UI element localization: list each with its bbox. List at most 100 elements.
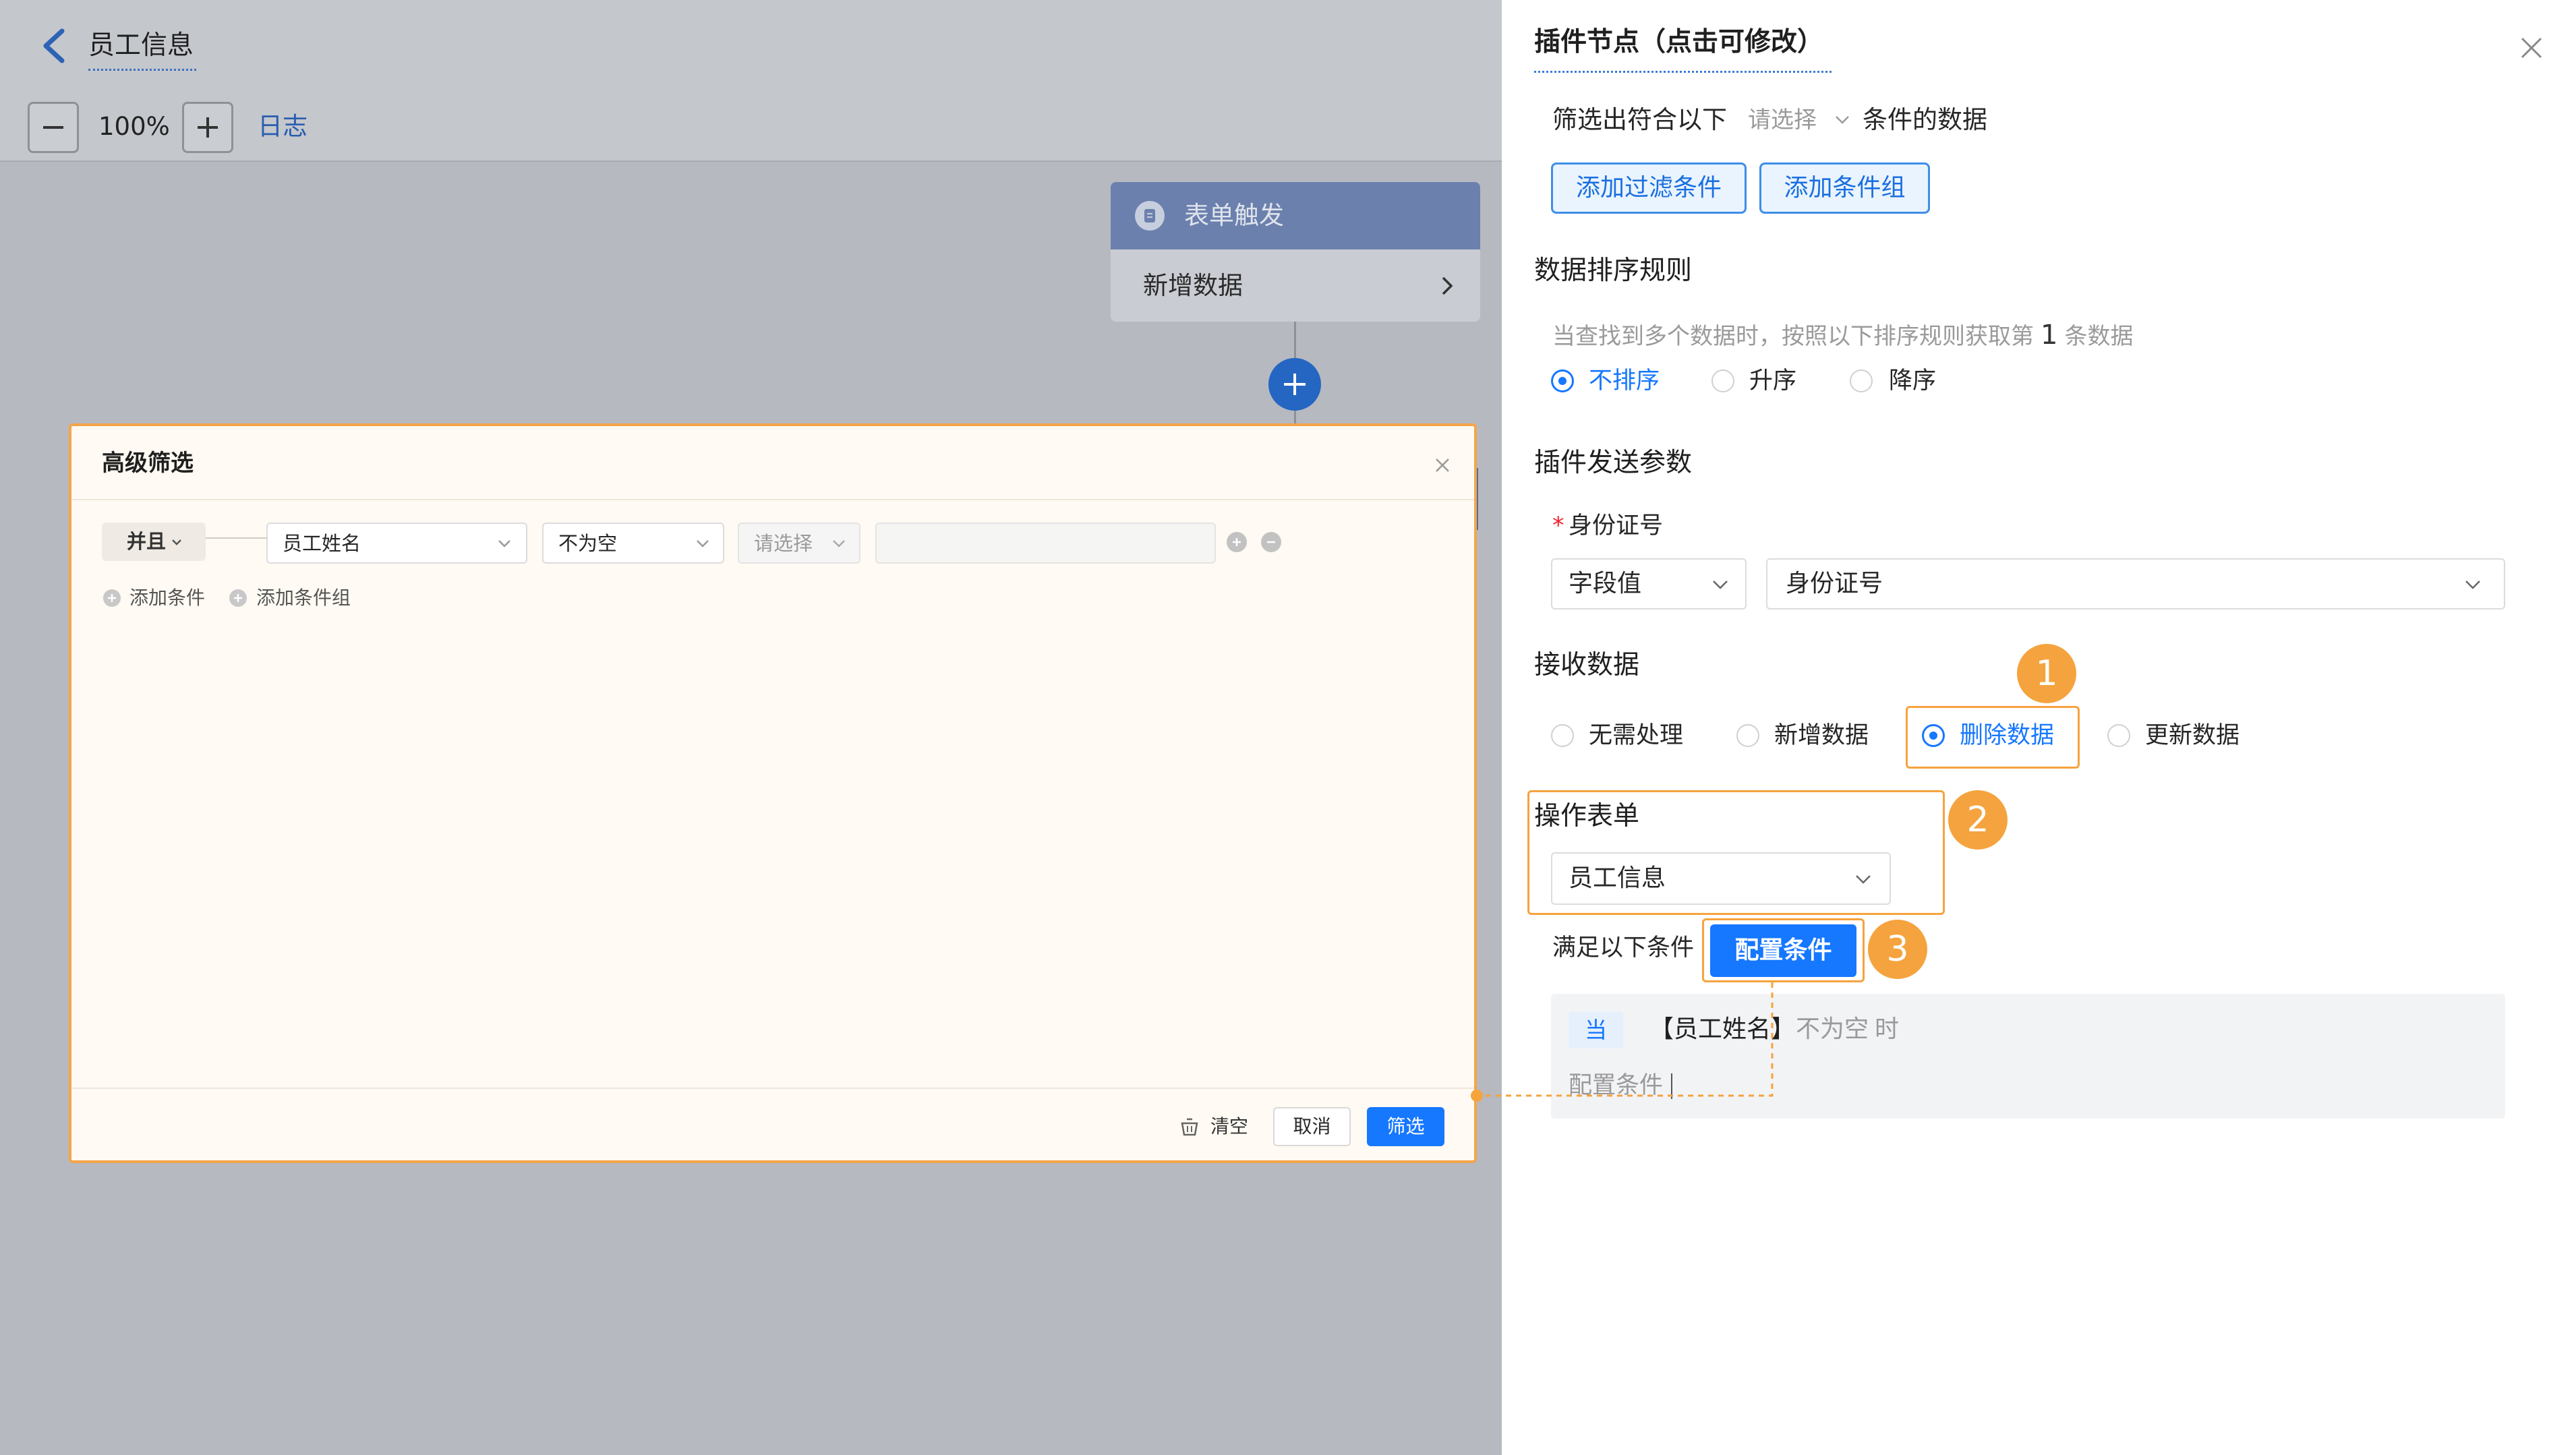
plus-circle-icon[interactable] — [103, 589, 121, 607]
add-node-button[interactable] — [1268, 358, 1321, 411]
add-condition-link[interactable]: 添加条件 — [129, 585, 205, 612]
add-row-icon[interactable] — [1227, 532, 1247, 552]
trigger-node-header[interactable]: 表单触发 — [1111, 182, 1480, 249]
plugin-node-panel: 插件节点（点击可修改） 筛选出符合以下 请选择 条件的数据 添加过滤条件 添加条… — [1502, 0, 2576, 1455]
trigger-node-body[interactable]: 新增数据 — [1111, 249, 1480, 322]
configure-condition-button[interactable]: 配置条件 — [1710, 924, 1856, 977]
radio-label-ascending[interactable]: 升序 — [1749, 366, 1796, 396]
plus-circle-icon[interactable] — [229, 589, 247, 607]
trigger-node-action: 新增数据 — [1143, 271, 1243, 300]
filter-prefix: 筛选出符合以下 — [1552, 105, 1727, 134]
condition-field: 【员工姓名】 — [1649, 1015, 1796, 1043]
radio-update-data[interactable] — [2107, 724, 2130, 747]
advanced-filter-modal: 高级筛选 并且 员工姓名 不为空 请选择 添加条件 添加条件组 清空 取消 筛选 — [69, 423, 1477, 1163]
chevron-right-icon — [1439, 274, 1455, 298]
plus-icon — [1284, 374, 1306, 395]
radio-descending[interactable] — [1850, 369, 1873, 392]
text-cursor — [1671, 1073, 1672, 1099]
operate-form-select[interactable]: 员工信息 — [1551, 852, 1891, 905]
send-params-title: 插件发送参数 — [1534, 448, 1693, 478]
param-label: 身份证号 — [1569, 512, 1664, 539]
logic-select[interactable]: 并且 — [102, 523, 206, 561]
step-badge-1: 1 — [2017, 644, 2076, 703]
sort-description: 当查找到多个数据时，按照以下排序规则获取第 1 条数据 — [1552, 320, 2133, 350]
remove-row-icon[interactable] — [1261, 532, 1281, 552]
add-condition-group-link[interactable]: 添加条件组 — [256, 585, 351, 612]
condition-value-input[interactable] — [875, 523, 1216, 564]
operate-form-title: 操作表单 — [1534, 801, 1640, 831]
title-underline — [1534, 71, 1832, 73]
panel-title[interactable]: 插件节点（点击可修改） — [1534, 26, 1823, 59]
required-marker: * — [1552, 512, 1564, 539]
zoom-out-button[interactable] — [28, 102, 79, 153]
filter-condition-select[interactable]: 请选择 — [1748, 104, 1817, 136]
title-underline — [88, 69, 196, 71]
sort-count[interactable]: 1 — [2034, 320, 2064, 351]
condition-input[interactable]: 配置条件 — [1569, 1071, 1663, 1100]
modal-header-divider — [71, 499, 1474, 500]
step-badge-2: 2 — [1948, 790, 2008, 850]
plus-icon — [198, 117, 218, 138]
chevron-down-icon — [171, 538, 183, 546]
highlight-box-1 — [1906, 706, 2080, 769]
radio-label-no-action[interactable]: 无需处理 — [1589, 721, 1683, 750]
zoom-in-button[interactable] — [182, 102, 233, 153]
condition-editor[interactable]: 当 【员工姓名】 不为空 时 配置条件 — [1551, 994, 2505, 1119]
form-icon — [1135, 201, 1165, 231]
condition-then: 时 — [1875, 1015, 1900, 1043]
close-icon[interactable] — [2518, 34, 2545, 61]
radio-no-sort[interactable] — [1551, 369, 1574, 392]
radio-label-add-data[interactable]: 新增数据 — [1774, 721, 1869, 750]
receive-data-title: 接收数据 — [1534, 650, 1640, 680]
logic-label: 并且 — [127, 530, 167, 553]
radio-label-no-sort[interactable]: 不排序 — [1589, 366, 1660, 396]
back-arrow-icon[interactable] — [39, 27, 69, 65]
radio-no-action[interactable] — [1551, 724, 1574, 747]
zoom-level: 100% — [98, 112, 170, 141]
chevron-down-icon — [2464, 579, 2482, 590]
add-group-button[interactable]: 添加条件组 — [1759, 162, 1930, 214]
clear-button[interactable]: 清空 — [1210, 1113, 1248, 1140]
page-title[interactable]: 员工信息 — [88, 27, 194, 65]
trash-icon[interactable] — [1179, 1117, 1200, 1137]
filter-submit-button[interactable]: 筛选 — [1367, 1107, 1444, 1146]
log-link[interactable]: 日志 — [258, 111, 308, 142]
value-select-placeholder: 请选择 — [754, 532, 813, 555]
value-select[interactable]: 请选择 — [738, 523, 860, 564]
field-select[interactable]: 员工姓名 — [266, 523, 527, 564]
chevron-down-icon — [1854, 874, 1872, 885]
add-filter-button[interactable]: 添加过滤条件 — [1551, 162, 1747, 214]
sort-section-title: 数据排序规则 — [1534, 256, 1693, 286]
modal-title: 高级筛选 — [102, 450, 194, 477]
param-type-select[interactable]: 字段值 — [1551, 558, 1747, 610]
condition-link-line — [206, 537, 266, 539]
chevron-down-icon — [695, 539, 710, 548]
radio-label-update-data[interactable]: 更新数据 — [2145, 721, 2240, 750]
field-select-value: 员工姓名 — [283, 532, 361, 555]
sort-desc-prefix: 当查找到多个数据时，按照以下排序规则获取第 — [1552, 323, 2034, 350]
param-value: 身份证号 — [1786, 570, 1883, 597]
chevron-down-icon — [831, 539, 846, 548]
radio-ascending[interactable] — [1711, 369, 1734, 392]
condition-operator: 不为空 — [1796, 1015, 1869, 1043]
flow-connector — [1294, 322, 1296, 358]
radio-label-descending[interactable]: 降序 — [1889, 366, 1936, 396]
param-type-value: 字段值 — [1569, 570, 1642, 597]
sort-desc-suffix: 条数据 — [2064, 323, 2134, 350]
chevron-down-icon — [1711, 579, 1729, 590]
condition-label: 满足以下条件 — [1552, 934, 1695, 961]
chevron-down-icon[interactable] — [1834, 113, 1851, 127]
close-icon[interactable] — [1432, 451, 1453, 478]
trigger-node-title: 表单触发 — [1184, 201, 1284, 230]
cancel-button[interactable]: 取消 — [1273, 1107, 1351, 1146]
param-value-select[interactable]: 身份证号 — [1766, 558, 2505, 610]
operator-select-value: 不为空 — [558, 532, 618, 555]
modal-footer-divider — [71, 1088, 1474, 1089]
step-badge-3: 3 — [1868, 920, 1927, 979]
flow-connector — [1294, 411, 1296, 423]
operator-select[interactable]: 不为空 — [542, 523, 724, 564]
when-tag: 当 — [1569, 1012, 1623, 1048]
minus-icon — [43, 126, 63, 129]
radio-add-data[interactable] — [1736, 724, 1759, 747]
filter-suffix: 条件的数据 — [1863, 105, 1987, 134]
